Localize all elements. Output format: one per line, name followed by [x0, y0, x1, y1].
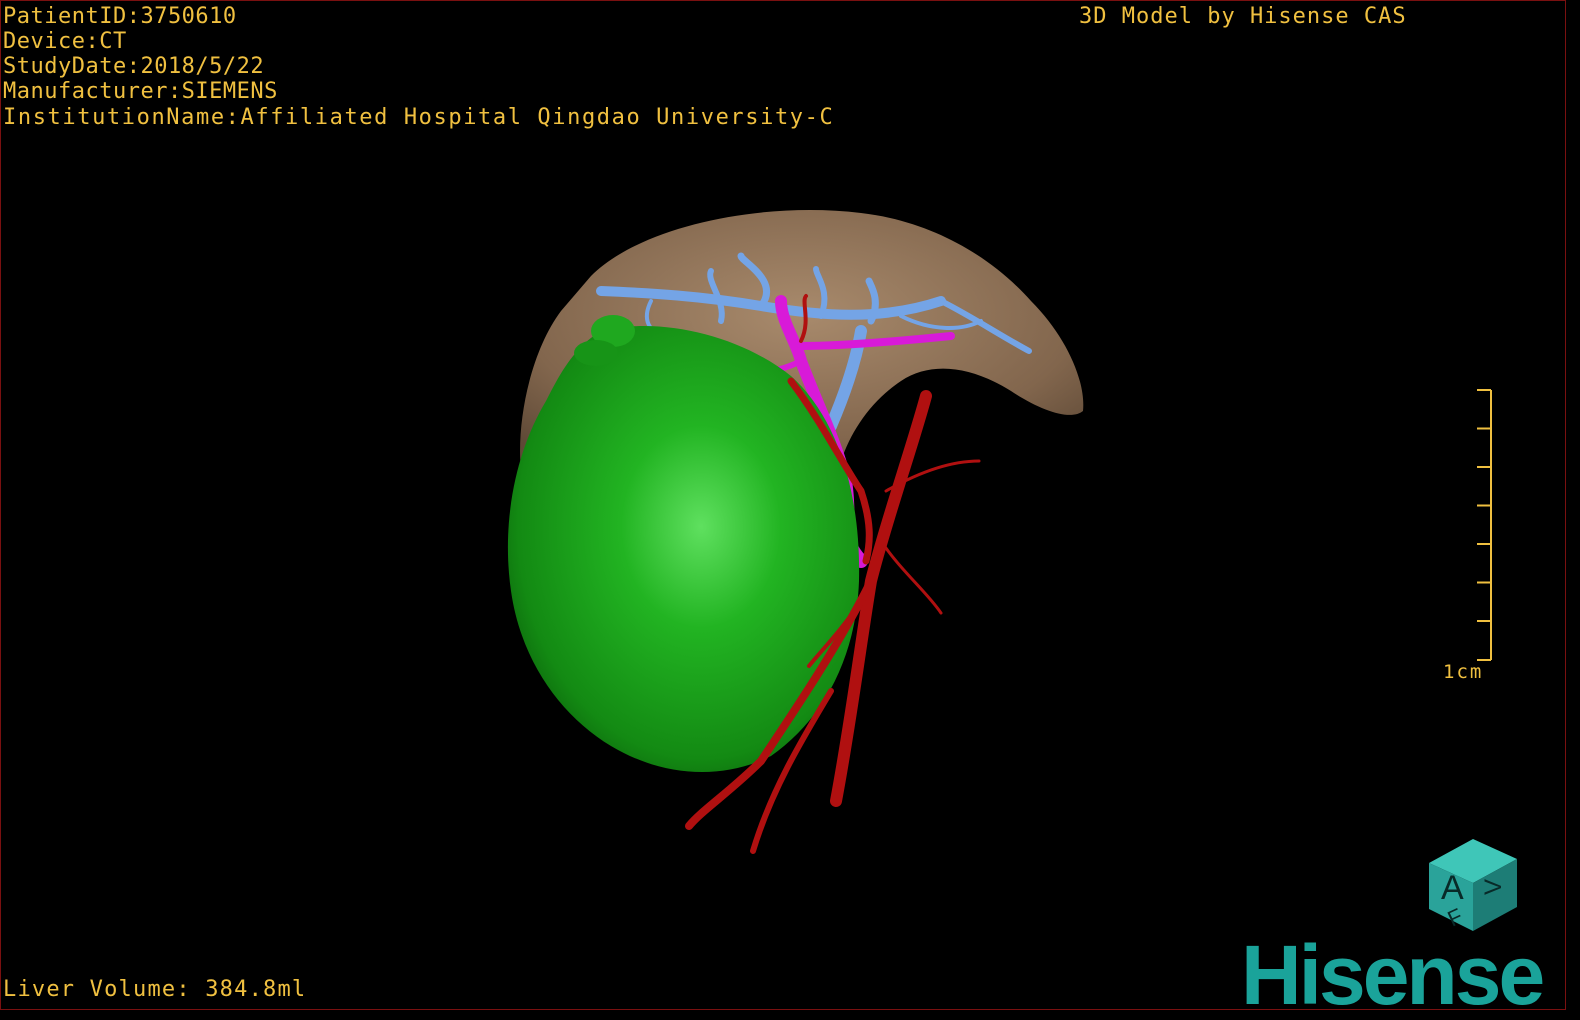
cube-side-label: V	[1480, 879, 1507, 895]
institution-name-text: InstitutionName:Affiliated Hospital Qing…	[3, 105, 835, 130]
liver-3d-model[interactable]	[1, 1, 1566, 1010]
scale-bar-label: 1cm	[1443, 661, 1484, 683]
orientation-cube-icon[interactable]: A F V	[1419, 833, 1523, 937]
tumor-nodule-2	[574, 340, 618, 366]
cube-front-label: A	[1441, 869, 1464, 907]
device-text: Device:CT	[3, 29, 127, 54]
tumor-mass	[507, 326, 860, 773]
study-date-text: StudyDate:2018/5/22	[3, 54, 265, 79]
manufacturer-text: Manufacturer:SIEMENS	[3, 79, 278, 104]
patient-id-text: PatientID:3750610	[3, 4, 237, 29]
scale-bar	[1477, 389, 1492, 661]
hisense-logo: Hisense	[1241, 928, 1545, 1010]
3d-viewport[interactable]: PatientID:3750610 Device:CT StudyDate:20…	[0, 0, 1566, 1010]
liver-volume-text: Liver Volume: 384.8ml	[3, 977, 307, 1002]
model-credit-text: 3D Model by Hisense CAS	[1079, 4, 1407, 29]
